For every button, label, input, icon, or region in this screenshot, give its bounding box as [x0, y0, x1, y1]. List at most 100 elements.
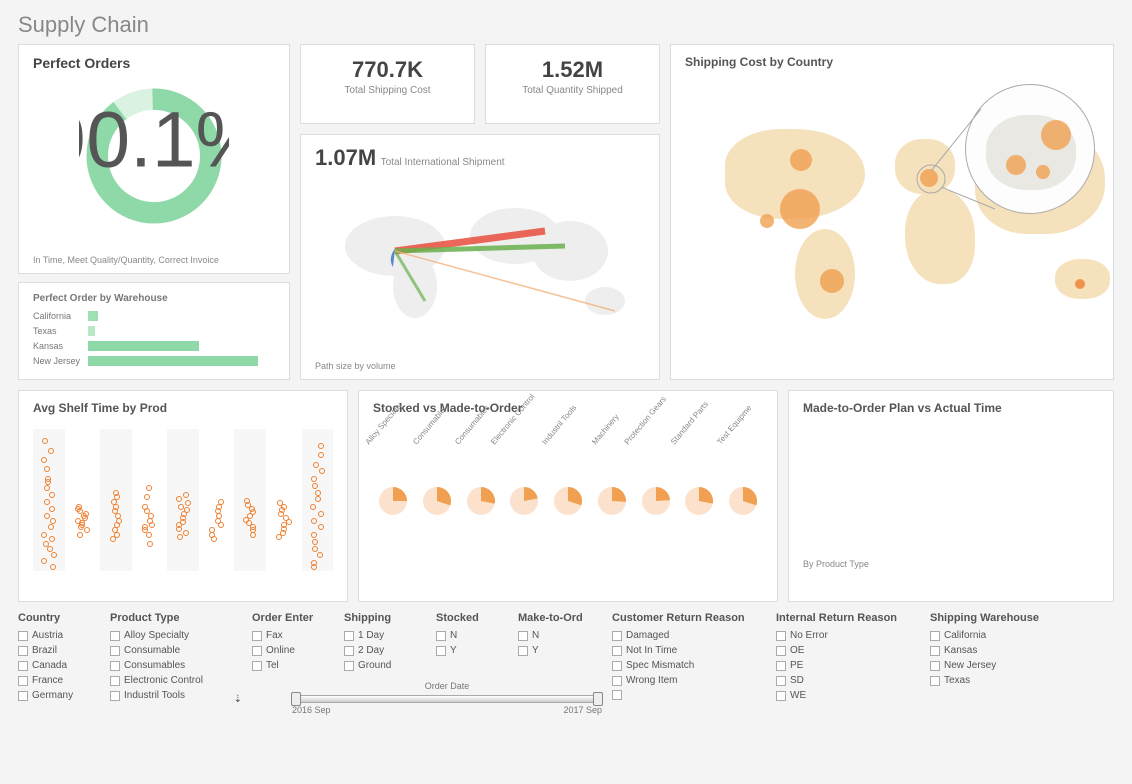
country-option[interactable]: Germany	[18, 690, 96, 701]
checkbox-icon[interactable]	[110, 646, 120, 656]
checkbox-label: N	[532, 630, 539, 641]
checkbox-icon[interactable]	[252, 631, 262, 641]
checkbox-icon[interactable]	[776, 676, 786, 686]
internal-return-option[interactable]: SD	[776, 675, 916, 686]
stocked-option[interactable]: Y	[436, 645, 504, 656]
intl-shipment-flowmap[interactable]	[315, 171, 645, 341]
shipping-option[interactable]: 2 Day	[344, 645, 422, 656]
ship-warehouse-option[interactable]: Kansas	[930, 645, 1060, 656]
internal-return-option[interactable]: No Error	[776, 630, 916, 641]
pie-item[interactable]: Test Equipme	[727, 485, 759, 522]
checkbox-icon[interactable]	[930, 661, 940, 671]
checkbox-icon[interactable]	[18, 646, 28, 656]
internal-return-option[interactable]: PE	[776, 660, 916, 671]
pie-item[interactable]: Machinery	[596, 485, 628, 522]
plan-actual-bars[interactable]	[803, 421, 1099, 551]
checkbox-icon[interactable]	[776, 691, 786, 701]
return-reason-option[interactable]: Spec Mismatch	[612, 660, 762, 671]
order-enter-option[interactable]: Fax	[252, 630, 330, 641]
checkbox-icon[interactable]	[252, 661, 262, 671]
strip-dot	[312, 483, 318, 489]
perfect-orders-donut[interactable]: 90.1%	[79, 81, 229, 231]
pie-item[interactable]: Protection Gears	[640, 485, 672, 522]
checkbox-icon[interactable]	[110, 631, 120, 641]
product-type-option[interactable]: Consumables	[110, 660, 238, 671]
checkbox-icon[interactable]	[344, 661, 354, 671]
pie-item[interactable]: Industril Tools	[552, 485, 584, 522]
checkbox-label: SD	[790, 675, 804, 686]
return-reason-option[interactable]: Wrong Item	[612, 675, 762, 686]
pie-item[interactable]: Standard Parts	[683, 485, 715, 522]
checkbox-icon[interactable]	[930, 646, 940, 656]
order-enter-option[interactable]: Online	[252, 645, 330, 656]
checkbox-icon[interactable]	[776, 631, 786, 641]
checkbox-icon[interactable]	[612, 646, 622, 656]
warehouse-bar-row[interactable]: Texas	[33, 323, 275, 338]
checkbox-icon[interactable]	[436, 631, 446, 641]
checkbox-icon[interactable]	[930, 631, 940, 641]
country-option[interactable]: Brazil	[18, 645, 96, 656]
slider-handle-end[interactable]	[593, 692, 603, 706]
return-reason-option[interactable]	[612, 690, 762, 700]
checkbox-icon[interactable]	[110, 676, 120, 686]
checkbox-icon[interactable]	[776, 646, 786, 656]
checkbox-icon[interactable]	[18, 631, 28, 641]
warehouse-bar-row[interactable]: New Jersey	[33, 353, 275, 368]
shipping-option[interactable]: Ground	[344, 660, 422, 671]
checkbox-icon[interactable]	[930, 676, 940, 686]
checkbox-icon[interactable]	[612, 690, 622, 700]
shelf-time-card: Avg Shelf Time by Prod	[18, 390, 348, 602]
intl-shipment-card: 1.07M Total International Shipment	[300, 134, 660, 380]
ship-warehouse-option[interactable]: Texas	[930, 675, 1060, 686]
strip-dot	[41, 457, 47, 463]
checkbox-icon[interactable]	[612, 631, 622, 641]
internal-return-option[interactable]: OE	[776, 645, 916, 656]
checkbox-icon[interactable]	[18, 661, 28, 671]
scroll-down-icon[interactable]: ⇣	[234, 694, 242, 705]
order-enter-option[interactable]: Tel	[252, 660, 330, 671]
checkbox-icon[interactable]	[18, 676, 28, 686]
warehouse-bar-row[interactable]: Kansas	[33, 338, 275, 353]
product-type-option[interactable]: Industril Tools	[110, 690, 238, 701]
checkbox-icon[interactable]	[776, 661, 786, 671]
return-reason-option[interactable]: Not In Time	[612, 645, 762, 656]
checkbox-icon[interactable]	[436, 646, 446, 656]
checkbox-icon[interactable]	[18, 691, 28, 701]
checkbox-icon[interactable]	[110, 661, 120, 671]
kpi-quantity-shipped[interactable]: 1.52M Total Quantity Shipped	[485, 44, 660, 124]
pie-item[interactable]: Consumable	[421, 485, 453, 522]
pie-item[interactable]: Electronic Control	[508, 485, 540, 522]
shipping-option[interactable]: 1 Day	[344, 630, 422, 641]
warehouse-bar-row[interactable]: California	[33, 308, 275, 323]
pie-item[interactable]: Alloy Specialty	[377, 485, 409, 522]
kpi-shipping-cost-value: 770.7K	[315, 57, 460, 83]
checkbox-icon[interactable]	[518, 646, 528, 656]
internal-return-option[interactable]: WE	[776, 690, 916, 701]
kpi-shipping-cost[interactable]: 770.7K Total Shipping Cost	[300, 44, 475, 124]
product-type-option[interactable]: Consumable	[110, 645, 238, 656]
checkbox-icon[interactable]	[110, 691, 120, 701]
country-option[interactable]: Canada	[18, 660, 96, 671]
stocked-option[interactable]: N	[436, 630, 504, 641]
product-type-option[interactable]: Electronic Control	[110, 675, 238, 686]
return-reason-option[interactable]: Damaged	[612, 630, 762, 641]
country-option[interactable]: Austria	[18, 630, 96, 641]
checkbox-icon[interactable]	[344, 631, 354, 641]
checkbox-icon[interactable]	[612, 676, 622, 686]
checkbox-icon[interactable]	[518, 631, 528, 641]
make-to-ord-option[interactable]: Y	[518, 645, 598, 656]
checkbox-icon[interactable]	[612, 661, 622, 671]
checkbox-icon[interactable]	[252, 646, 262, 656]
make-to-ord-option[interactable]: N	[518, 630, 598, 641]
shelf-time-stripplot[interactable]	[33, 421, 333, 571]
country-option[interactable]: France	[18, 675, 96, 686]
checkbox-icon[interactable]	[344, 646, 354, 656]
stocked-mto-pies[interactable]: Alloy Specialty Consumable Consumables E…	[373, 485, 763, 522]
plan-actual-title: Made-to-Order Plan vs Actual Time	[803, 401, 1099, 415]
slider-handle-start[interactable]	[291, 692, 301, 706]
ship-warehouse-option[interactable]: California	[930, 630, 1060, 641]
ship-warehouse-option[interactable]: New Jersey	[930, 660, 1060, 671]
product-type-option[interactable]: Alloy Specialty	[110, 630, 238, 641]
shipping-cost-worldmap[interactable]	[685, 69, 1099, 359]
pie-item[interactable]: Consumables	[465, 485, 497, 522]
